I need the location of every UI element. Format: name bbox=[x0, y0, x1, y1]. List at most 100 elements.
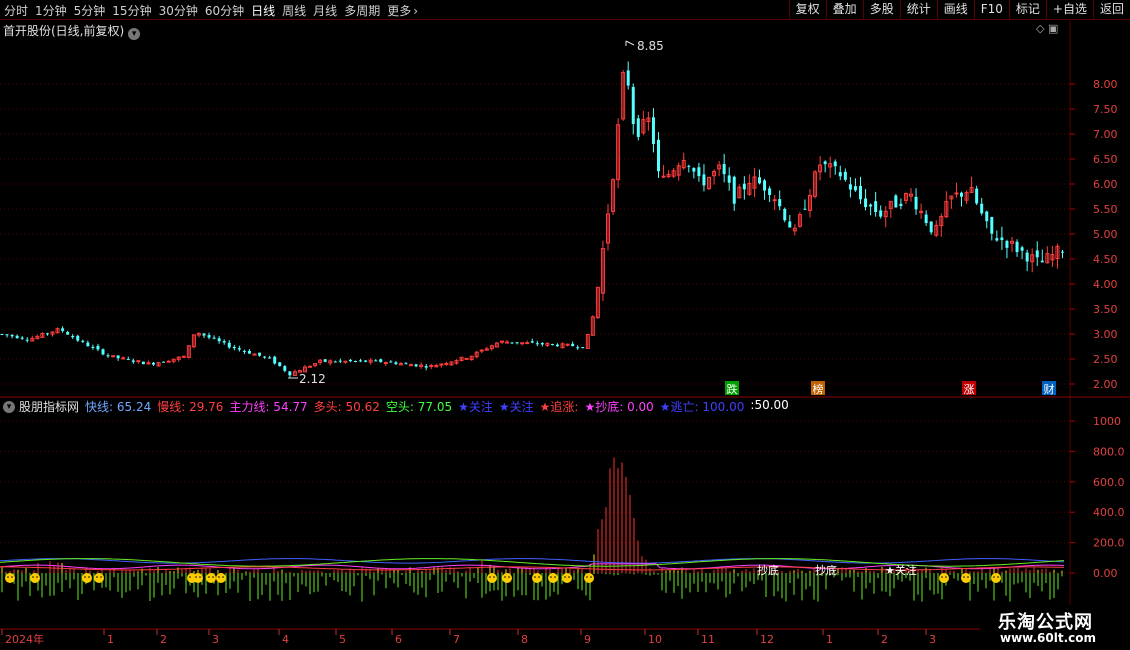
indicator-field: 多头: 50.62 bbox=[313, 400, 380, 414]
indicator-tick-label: 200.0 bbox=[1093, 537, 1125, 550]
statistics-button[interactable]: 统计 bbox=[899, 0, 937, 20]
draw-line-button[interactable]: 画线 bbox=[936, 0, 974, 20]
chevron-down-icon[interactable]: ▾ bbox=[3, 400, 15, 413]
candle-body bbox=[20, 337, 24, 339]
tab-period-daily[interactable]: 日线 bbox=[251, 2, 275, 19]
tab-period[interactable]: 多周期 bbox=[344, 2, 380, 19]
candle-body bbox=[1035, 250, 1039, 258]
candle-body bbox=[772, 199, 777, 202]
face-icon bbox=[216, 573, 226, 583]
diamond-icon[interactable]: ◇ bbox=[1036, 22, 1044, 35]
candle-body bbox=[252, 353, 257, 356]
tab-period[interactable]: 30分钟 bbox=[159, 2, 198, 19]
chevron-down-icon[interactable]: ▾ bbox=[128, 28, 141, 40]
kline-chart[interactable]: 8.00 7.50 7.00 6.50 6.00 5.50 5.00 4.50 4.00 3.50… bbox=[0, 21, 1130, 650]
window-icon[interactable]: ▣ bbox=[1048, 22, 1058, 35]
candle-body bbox=[778, 199, 782, 207]
time-tick-label: 12 bbox=[760, 633, 774, 646]
candle-body bbox=[81, 340, 85, 342]
high-arrow bbox=[625, 40, 635, 46]
face-icon-eye bbox=[508, 576, 510, 578]
indicator-field: ★逃亡: 100.00 bbox=[659, 400, 745, 414]
indicator-name[interactable]: 股朋指标网 bbox=[19, 398, 79, 415]
candle-body bbox=[985, 211, 989, 222]
more-label: 更多 bbox=[387, 4, 412, 18]
candle-body bbox=[414, 364, 418, 367]
price-tick-label: 6.00 bbox=[1093, 178, 1118, 191]
candle-body bbox=[232, 346, 236, 349]
candle-body bbox=[556, 344, 559, 347]
face-icon bbox=[193, 573, 203, 583]
candle-body bbox=[1040, 260, 1044, 263]
candle-body bbox=[510, 342, 514, 344]
candle-body bbox=[0, 334, 4, 336]
event-marker-label: 财 bbox=[1044, 382, 1055, 396]
candle-body bbox=[975, 188, 979, 204]
indicator-field: 空头: 77.05 bbox=[385, 400, 453, 414]
face-icon-eye bbox=[84, 576, 86, 578]
time-tick-label: 9 bbox=[584, 633, 591, 646]
price-tick-label: 7.00 bbox=[1093, 128, 1118, 141]
tab-period[interactable]: 15分钟 bbox=[112, 2, 151, 19]
more-button[interactable]: 更多 › bbox=[387, 2, 418, 19]
candle-body bbox=[803, 208, 807, 210]
event-marker-label: 跌 bbox=[727, 382, 738, 396]
back-button[interactable]: 返回 bbox=[1092, 0, 1130, 20]
candle-body bbox=[954, 192, 959, 195]
indicator-field: :50.00 bbox=[750, 398, 789, 412]
indicator-tick-label: 600.0 bbox=[1093, 476, 1125, 489]
price-tick-label: 2.50 bbox=[1093, 353, 1118, 366]
face-icon-eye bbox=[554, 576, 556, 578]
tab-period[interactable]: 周线 bbox=[282, 2, 306, 19]
face-icon-eye bbox=[945, 576, 947, 578]
candle-body bbox=[101, 349, 105, 355]
face-icon-eye bbox=[222, 576, 224, 578]
candle-body bbox=[424, 366, 428, 368]
candle-body bbox=[111, 355, 116, 358]
price-tick-label: 5.00 bbox=[1093, 228, 1118, 241]
face-icon-eye bbox=[96, 576, 98, 578]
price-tick-label: 3.50 bbox=[1093, 303, 1118, 316]
add-watchlist-button[interactable]: +自选 bbox=[1045, 0, 1093, 20]
candle-body bbox=[758, 177, 761, 184]
candle-body bbox=[217, 338, 221, 342]
mark-button[interactable]: 标记 bbox=[1008, 0, 1046, 20]
candle-body bbox=[687, 165, 691, 167]
stock-title: 首开股份(日线,前复权) bbox=[3, 24, 125, 38]
tab-period[interactable]: 5分钟 bbox=[74, 2, 106, 19]
tab-period[interactable]: 月线 bbox=[313, 2, 337, 19]
tab-period[interactable]: 60分钟 bbox=[205, 2, 244, 19]
overlay-button[interactable]: 叠加 bbox=[825, 0, 863, 20]
tab-period[interactable]: 1分钟 bbox=[35, 2, 67, 19]
indicator-tick-label: 0.00 bbox=[1093, 567, 1118, 580]
restore-rights-button[interactable]: 复权 bbox=[788, 0, 826, 20]
face-icon bbox=[548, 573, 558, 583]
candle-body bbox=[995, 238, 999, 241]
candle-body bbox=[464, 357, 469, 360]
candle-body bbox=[692, 167, 696, 172]
multi-stock-button[interactable]: 多股 bbox=[862, 0, 900, 20]
candle-body bbox=[409, 364, 414, 367]
candle-body bbox=[742, 183, 746, 190]
f10-button[interactable]: F10 bbox=[973, 0, 1009, 20]
candle-body bbox=[960, 192, 963, 197]
candle-body bbox=[106, 355, 110, 357]
face-icon-eye bbox=[590, 576, 592, 578]
time-tick-label: 11 bbox=[701, 633, 715, 646]
candle-body bbox=[914, 196, 918, 210]
face-icon-eye bbox=[218, 576, 220, 578]
indicator-field: 快线: 65.24 bbox=[85, 400, 152, 414]
face-icon-eye bbox=[189, 576, 191, 578]
price-tick-label: 4.00 bbox=[1093, 278, 1118, 291]
candle-body bbox=[722, 164, 726, 175]
price-tick-label: 7.50 bbox=[1093, 103, 1118, 116]
candle-body bbox=[76, 335, 80, 341]
candle-body bbox=[359, 360, 363, 362]
tab-period[interactable]: 分时 bbox=[4, 2, 28, 19]
candle-body bbox=[364, 360, 368, 362]
face-icon bbox=[562, 573, 572, 583]
time-tick-label: 10 bbox=[648, 633, 662, 646]
face-icon-eye bbox=[504, 576, 506, 578]
face-icon-eye bbox=[11, 576, 13, 578]
indicator-tick-label: 1000 bbox=[1093, 415, 1121, 428]
